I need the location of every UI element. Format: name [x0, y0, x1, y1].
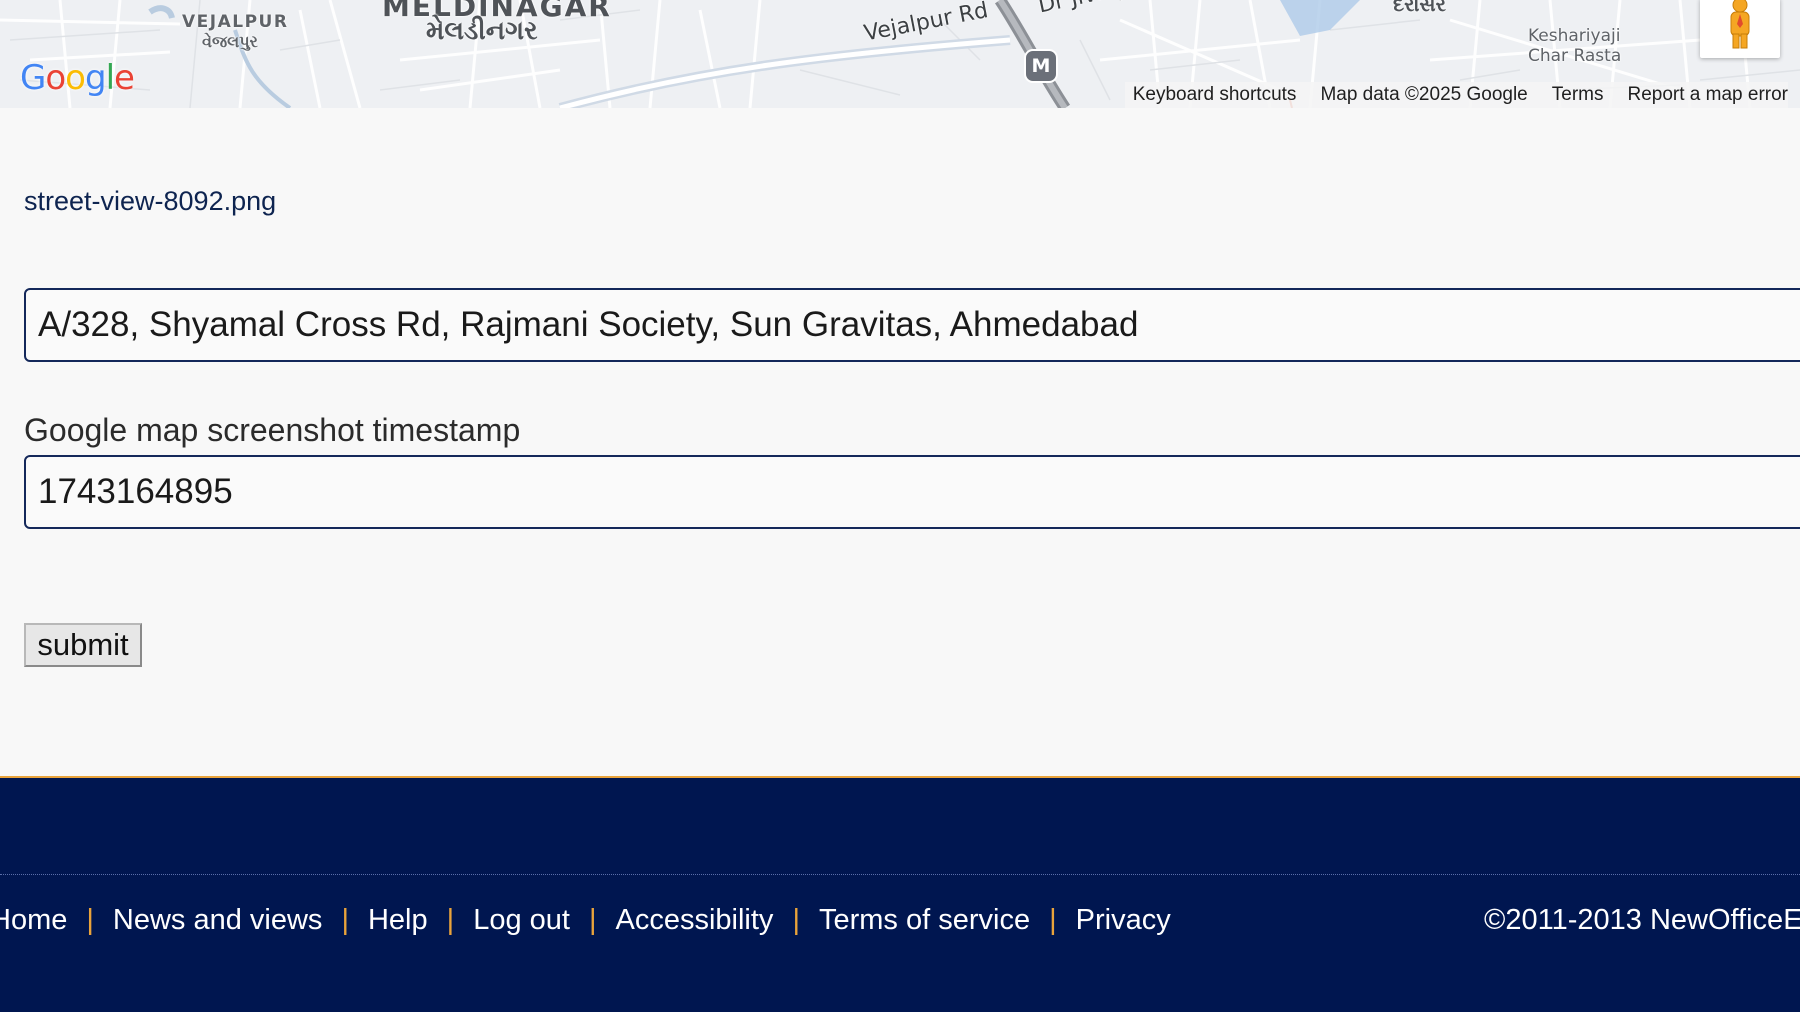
address-input[interactable]	[24, 288, 1800, 362]
footer-link-home[interactable]: Home	[0, 904, 67, 937]
footer-link-news[interactable]: News and views	[113, 904, 323, 937]
map-label-gujarati-right: દેરાસર	[1393, 0, 1446, 16]
map-label-keshariyaji: Keshariyaji Char Rasta	[1528, 26, 1621, 66]
keyboard-shortcuts-link[interactable]: Keyboard shortcuts	[1133, 84, 1297, 106]
uploaded-filename: street-view-8092.png	[24, 186, 277, 216]
submit-button[interactable]: submit	[24, 623, 142, 667]
google-logo: Google	[20, 58, 135, 98]
footer-separator: |	[588, 904, 597, 936]
footer-separator: |	[792, 904, 800, 936]
report-map-error-link[interactable]: Report a map error	[1627, 84, 1788, 106]
footer-separator: |	[341, 904, 349, 936]
footer-copyright: ©2011-2013 NewOfficeEu	[1484, 904, 1800, 936]
map-attribution-bar: Keyboard shortcuts Map data ©2025 Google…	[1124, 82, 1788, 108]
footer-divider	[0, 874, 1800, 875]
map-label-vejalpur: VEJALPUR	[182, 12, 289, 32]
footer-nav: Home | News and views | Help | Log out |…	[0, 904, 1171, 937]
site-footer: Home | News and views | Help | Log out |…	[0, 776, 1800, 1012]
map-data-attribution: Map data ©2025 Google	[1320, 84, 1528, 105]
street-view-pegman-button[interactable]	[1700, 0, 1780, 58]
map-label-meldinagar-gujarati: મેલડીનગર	[426, 16, 538, 46]
footer-link-accessibility[interactable]: Accessibility	[616, 904, 774, 937]
footer-link-privacy[interactable]: Privacy	[1076, 904, 1171, 937]
map-terms-link[interactable]: Terms	[1552, 84, 1604, 106]
footer-separator: |	[1049, 904, 1057, 936]
timestamp-label: Google map screenshot timestamp	[24, 412, 521, 448]
map-label-keshariyaji-line1: Keshariyaji	[1528, 26, 1621, 46]
metro-station-icon[interactable]: M	[1024, 49, 1058, 83]
map-view[interactable]: VEJALPUR વેજલપુર MELDINAGAR મેલડીનગર Vej…	[0, 0, 1800, 108]
footer-link-help[interactable]: Help	[368, 904, 428, 937]
footer-separator: |	[86, 904, 94, 936]
pegman-icon	[1730, 0, 1750, 49]
footer-link-terms[interactable]: Terms of service	[819, 904, 1030, 937]
map-label-vejalpur-gujarati: વેજલપુર	[202, 32, 258, 51]
map-label-keshariyaji-line2: Char Rasta	[1528, 46, 1622, 66]
footer-separator: |	[446, 904, 455, 936]
timestamp-input[interactable]	[24, 455, 1800, 529]
footer-link-logout[interactable]: Log out	[473, 904, 570, 937]
